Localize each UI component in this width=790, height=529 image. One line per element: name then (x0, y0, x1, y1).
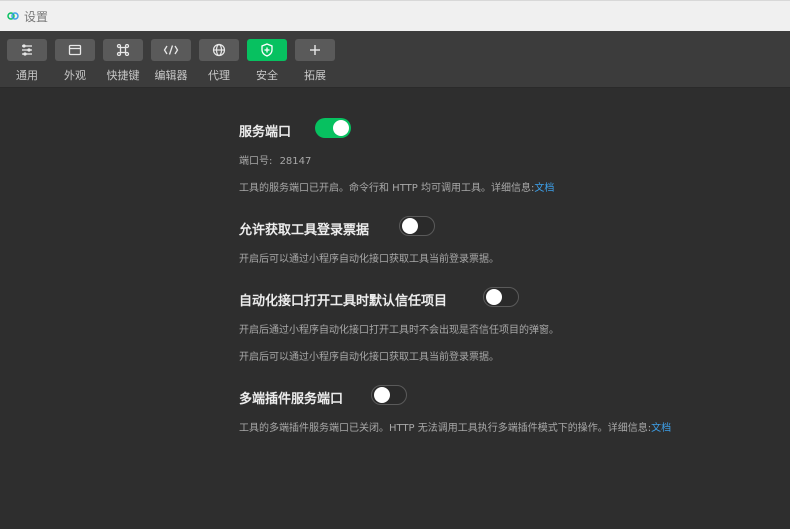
port-number-label: 端口号: (239, 156, 273, 167)
port-number-value: 28147 (279, 156, 312, 167)
globe-icon (212, 43, 226, 57)
code-icon (163, 45, 179, 55)
multi-plugin-port-description: 工具的多端插件服务端口已关闭。HTTP 无法调用工具执行多端插件模式下的操作。详… (239, 419, 671, 434)
title-bar: 设置 (0, 0, 790, 31)
tab-editor-button[interactable] (151, 39, 191, 61)
tab-extensions-label: 拓展 (304, 69, 326, 82)
tab-proxy-button[interactable] (199, 39, 239, 61)
tab-general-button[interactable] (7, 39, 47, 61)
auto-trust-description-2: 开启后可以通过小程序自动化接口获取工具当前登录票据。 (239, 352, 499, 363)
tab-appearance-button[interactable] (55, 39, 95, 61)
multi-plugin-port-doc-link[interactable]: 文档 (651, 423, 671, 434)
list-settings-icon (22, 44, 32, 56)
tab-editor-label: 编辑器 (154, 69, 188, 82)
multi-plugin-port-title: 多端插件服务端口 (239, 392, 344, 407)
tab-editor[interactable]: 编辑器 (151, 39, 191, 83)
tab-shortcuts-label: 快捷键 (106, 69, 140, 82)
service-port-toggle[interactable] (315, 118, 351, 138)
service-port-description: 工具的服务端口已开启。命令行和 HTTP 均可调用工具。详细信息:文档 (239, 179, 554, 194)
multi-plugin-port-desc-text: 工具的多端插件服务端口已关闭。HTTP 无法调用工具执行多端插件模式下的操作。详… (239, 423, 652, 434)
toggle-knob (374, 387, 390, 403)
auto-trust-description: 开启后通过小程序自动化接口打开工具时不会出现是否信任项目的弹窗。 (239, 325, 559, 336)
tab-shortcuts[interactable]: 快捷键 (103, 39, 143, 83)
tab-proxy-label: 代理 (208, 69, 230, 82)
login-ticket-toggle[interactable] (399, 216, 435, 236)
tab-security-button[interactable] (247, 39, 287, 61)
login-ticket-description: 开启后可以通过小程序自动化接口获取工具当前登录票据。 (239, 254, 499, 265)
settings-toolbar: 通用 外观 快捷键 编辑器 代理 安全 拓展 (0, 31, 790, 88)
tab-extensions-button[interactable] (295, 39, 335, 61)
tab-security[interactable]: 安全 (247, 39, 287, 83)
tab-security-label: 安全 (256, 69, 278, 82)
app-logo-icon (6, 9, 20, 23)
tab-shortcuts-button[interactable] (103, 39, 143, 61)
multi-plugin-port-toggle[interactable] (371, 385, 407, 405)
window-icon (68, 44, 82, 56)
login-ticket-title: 允许获取工具登录票据 (239, 223, 370, 238)
tab-proxy[interactable]: 代理 (199, 39, 239, 83)
toggle-knob (486, 289, 502, 305)
tab-extensions[interactable]: 拓展 (295, 39, 335, 83)
window-title: 设置 (24, 9, 49, 24)
tab-general-label: 通用 (16, 69, 38, 82)
tab-general[interactable]: 通用 (7, 39, 47, 83)
service-port-title: 服务端口 (239, 125, 292, 140)
toggle-knob (333, 120, 349, 136)
auto-trust-title: 自动化接口打开工具时默认信任项目 (239, 294, 448, 309)
command-key-icon (116, 44, 130, 56)
service-port-desc-text: 工具的服务端口已开启。命令行和 HTTP 均可调用工具。详细信息: (239, 183, 535, 194)
shield-icon (261, 43, 273, 57)
toggle-knob (402, 218, 418, 234)
tab-appearance[interactable]: 外观 (55, 39, 95, 83)
auto-trust-toggle[interactable] (483, 287, 519, 307)
tab-appearance-label: 外观 (64, 69, 86, 82)
service-port-doc-link[interactable]: 文档 (534, 183, 554, 194)
port-number-row: 端口号: 28147 (239, 152, 311, 167)
plus-icon (310, 45, 320, 55)
